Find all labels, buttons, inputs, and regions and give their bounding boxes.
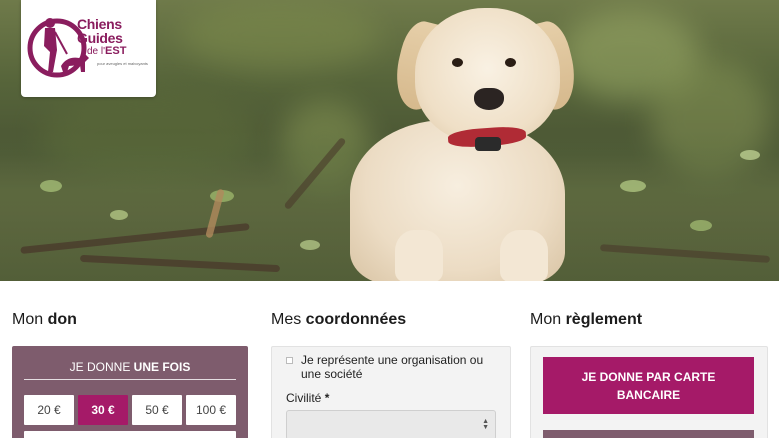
don-column: Mon don JE DONNE UNE FOIS 20 € 30 € 50 €… — [12, 306, 248, 438]
secondary-payment-button[interactable] — [543, 430, 754, 438]
site-logo[interactable]: Chiens Guides de l'EST pour aveugles et … — [21, 0, 156, 97]
pay-by-card-button[interactable]: JE DONNE PAR CARTE BANCAIRE — [543, 357, 754, 414]
logo-line-est: de l'EST — [87, 45, 127, 57]
coordonnees-title: Mes coordonnées — [271, 311, 407, 328]
reglement-column: Mon règlement JE DONNE PAR CARTE BANCAIR… — [530, 306, 768, 438]
logo-line-guides: Guides — [77, 30, 123, 46]
don-panel: JE DONNE UNE FOIS 20 € 30 € 50 € 100 € — [12, 346, 248, 438]
amount-options: 20 € 30 € 50 € 100 € — [24, 395, 236, 425]
reglement-title: Mon règlement — [530, 311, 643, 328]
other-amount-input[interactable] — [24, 431, 236, 438]
logo-tagline: pour aveugles et malvoyants — [97, 61, 148, 66]
civilite-select[interactable]: ▲ ▼ — [286, 410, 496, 438]
tab-donation-once[interactable]: JE DONNE UNE FOIS — [24, 354, 236, 380]
amount-option-30[interactable]: 30 € — [78, 395, 128, 425]
organisation-checkbox-label: Je représente une organisation ou une so… — [301, 353, 484, 381]
coordonnees-column: Mes coordonnées Je représente une organi… — [271, 306, 511, 438]
coordonnees-panel: Je représente une organisation ou une so… — [271, 346, 511, 438]
organisation-checkbox[interactable] — [286, 357, 293, 364]
amount-option-20[interactable]: 20 € — [24, 395, 74, 425]
reglement-panel: JE DONNE PAR CARTE BANCAIRE — [530, 346, 768, 438]
logo-line-chiens: Chiens — [77, 16, 122, 32]
amount-option-50[interactable]: 50 € — [132, 395, 182, 425]
don-title: Mon don — [12, 311, 77, 328]
select-arrows-icon: ▲ ▼ — [482, 418, 489, 431]
civilite-label: Civilité * — [286, 391, 330, 405]
organisation-checkbox-row[interactable]: Je représente une organisation ou une so… — [286, 353, 496, 381]
amount-option-100[interactable]: 100 € — [186, 395, 236, 425]
